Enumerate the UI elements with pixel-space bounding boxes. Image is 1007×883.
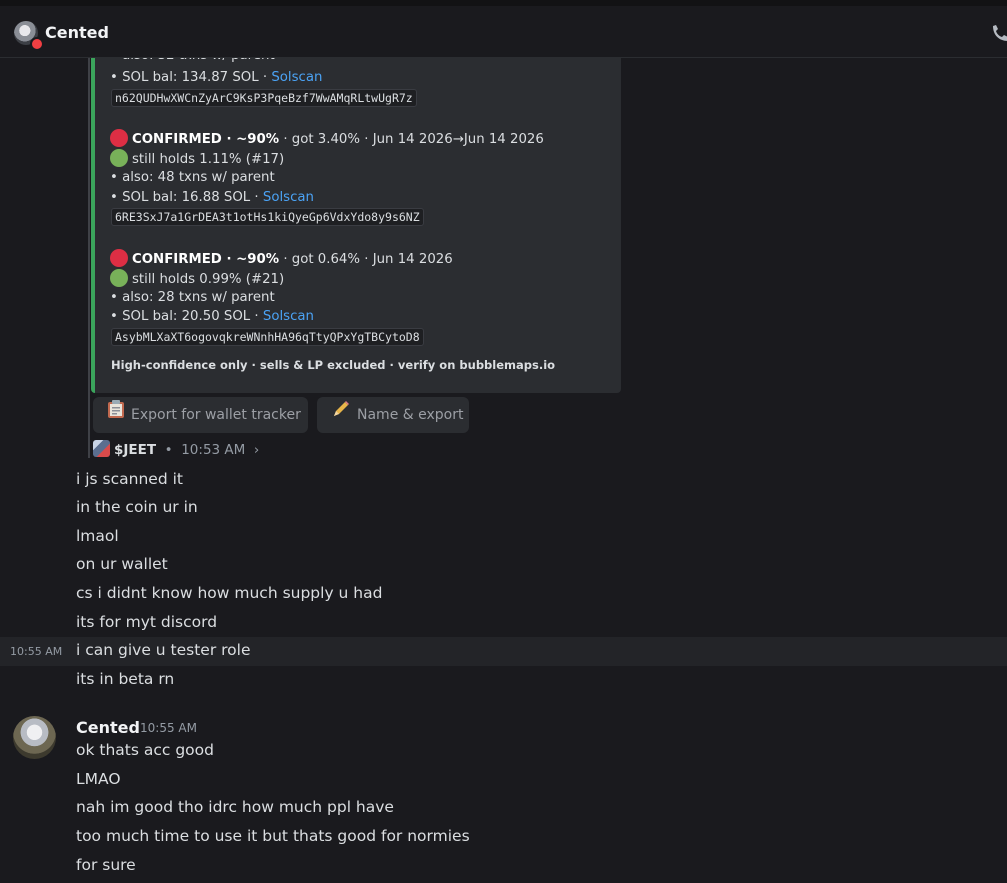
solscan-link[interactable]: Solscan xyxy=(263,190,314,205)
sol-balance-text: • SOL bal: 16.88 SOL · xyxy=(110,190,263,205)
green-circle-icon xyxy=(110,149,128,167)
embed-footer: High-confidence only · sells & LP exclud… xyxy=(111,358,556,372)
user-avatar[interactable] xyxy=(13,716,56,759)
embed-sol-balance-1: • SOL bal: 134.87 SOL · Solscan xyxy=(110,70,322,85)
message-text: its in beta rn xyxy=(76,670,175,688)
username[interactable]: Cented xyxy=(76,718,140,737)
bot-reply-meta: $JEET • 10:53 AM › xyxy=(93,440,259,460)
thread-connector-line xyxy=(88,40,90,458)
embed-sol-balance-2: • SOL bal: 16.88 SOL · Solscan xyxy=(110,190,314,205)
message-text: for sure xyxy=(76,856,136,874)
name-export-button-label: Name & export xyxy=(357,407,464,423)
phone-call-icon[interactable] xyxy=(990,23,1007,43)
message-text: its for myt discord xyxy=(76,613,218,631)
name-and-export-button[interactable]: Name & export xyxy=(317,397,469,433)
confirmed-details: · got 3.40% · Jun 14 2026→Jun 14 2026 xyxy=(279,132,544,147)
export-wallet-tracker-button[interactable]: Export for wallet tracker xyxy=(93,397,308,433)
message-timestamp: 10:55 AM xyxy=(140,721,197,735)
holds-text: still holds 0.99% (#21) xyxy=(132,272,285,287)
hover-timestamp: 10:55 AM xyxy=(10,645,63,658)
embed-confirmed-3: CONFIRMED · ~90% · got 0.64% · Jun 14 20… xyxy=(110,249,453,267)
embed-confirmed-2: CONFIRMED · ~90% · got 3.40% · Jun 14 20… xyxy=(110,129,544,147)
embed-also-3: • also: 28 txns w/ parent xyxy=(110,290,275,305)
message-text: in the coin ur in xyxy=(76,498,198,516)
bot-timestamp: 10:53 AM xyxy=(181,442,246,458)
solscan-link[interactable]: Solscan xyxy=(263,309,314,324)
holds-text: still holds 1.11% (#17) xyxy=(132,152,285,167)
embed-holds-3: still holds 0.99% (#21) xyxy=(110,269,284,287)
bot-name[interactable]: $JEET xyxy=(114,442,156,458)
message-text: on ur wallet xyxy=(76,555,168,573)
message-text: ok thats acc good xyxy=(76,741,214,759)
message-text: i js scanned it xyxy=(76,470,183,488)
wallet-address-3[interactable]: AsybMLXaXT6ogovqkreWNnhHA96qTtyQPxYgTBCy… xyxy=(111,328,424,346)
clipboard-icon xyxy=(107,397,125,433)
sol-balance-text: • SOL bal: 134.87 SOL · xyxy=(110,70,272,85)
message-text: cs i didnt know how much supply u had xyxy=(76,584,383,602)
red-circle-icon xyxy=(110,249,128,267)
dm-title[interactable]: Cented xyxy=(45,23,109,42)
solscan-link[interactable]: Solscan xyxy=(271,70,322,85)
wallet-address-1[interactable]: n62QUDHwXWCnZyArC9KsP3PqeBzf7WwAMqRLtwUg… xyxy=(111,89,417,107)
message-text: too much time to use it but thats good f… xyxy=(76,827,470,845)
embed-also-2: • also: 48 txns w/ parent xyxy=(110,170,275,185)
sol-balance-text: • SOL bal: 20.50 SOL · xyxy=(110,309,263,324)
message-text: LMAO xyxy=(76,770,121,788)
message-text: i can give u tester role xyxy=(76,641,251,659)
embed-sol-balance-3: • SOL bal: 20.50 SOL · Solscan xyxy=(110,309,314,324)
channel-header: Cented xyxy=(0,6,1007,58)
chevron-right-icon[interactable]: › xyxy=(254,442,259,458)
pencil-icon xyxy=(331,397,351,433)
confirmed-label: CONFIRMED · ~90% xyxy=(132,132,280,147)
confirmed-details: · got 0.64% · Jun 14 2026 xyxy=(279,252,453,267)
export-button-label: Export for wallet tracker xyxy=(131,407,301,423)
dnd-status-icon xyxy=(30,37,44,51)
wallet-address-2[interactable]: 6RE3SxJ7a1GrDEA3t1otHs1kiQyeGp6VdxYdo8y9… xyxy=(111,208,424,226)
green-circle-icon xyxy=(110,269,128,287)
message-text: nah im good tho idrc how much ppl have xyxy=(76,798,394,816)
red-circle-icon xyxy=(110,129,128,147)
message-text: lmaol xyxy=(76,527,119,545)
embed-holds-2: still holds 1.11% (#17) xyxy=(110,149,284,167)
bot-avatar[interactable] xyxy=(93,440,110,457)
confirmed-label: CONFIRMED · ~90% xyxy=(132,252,280,267)
